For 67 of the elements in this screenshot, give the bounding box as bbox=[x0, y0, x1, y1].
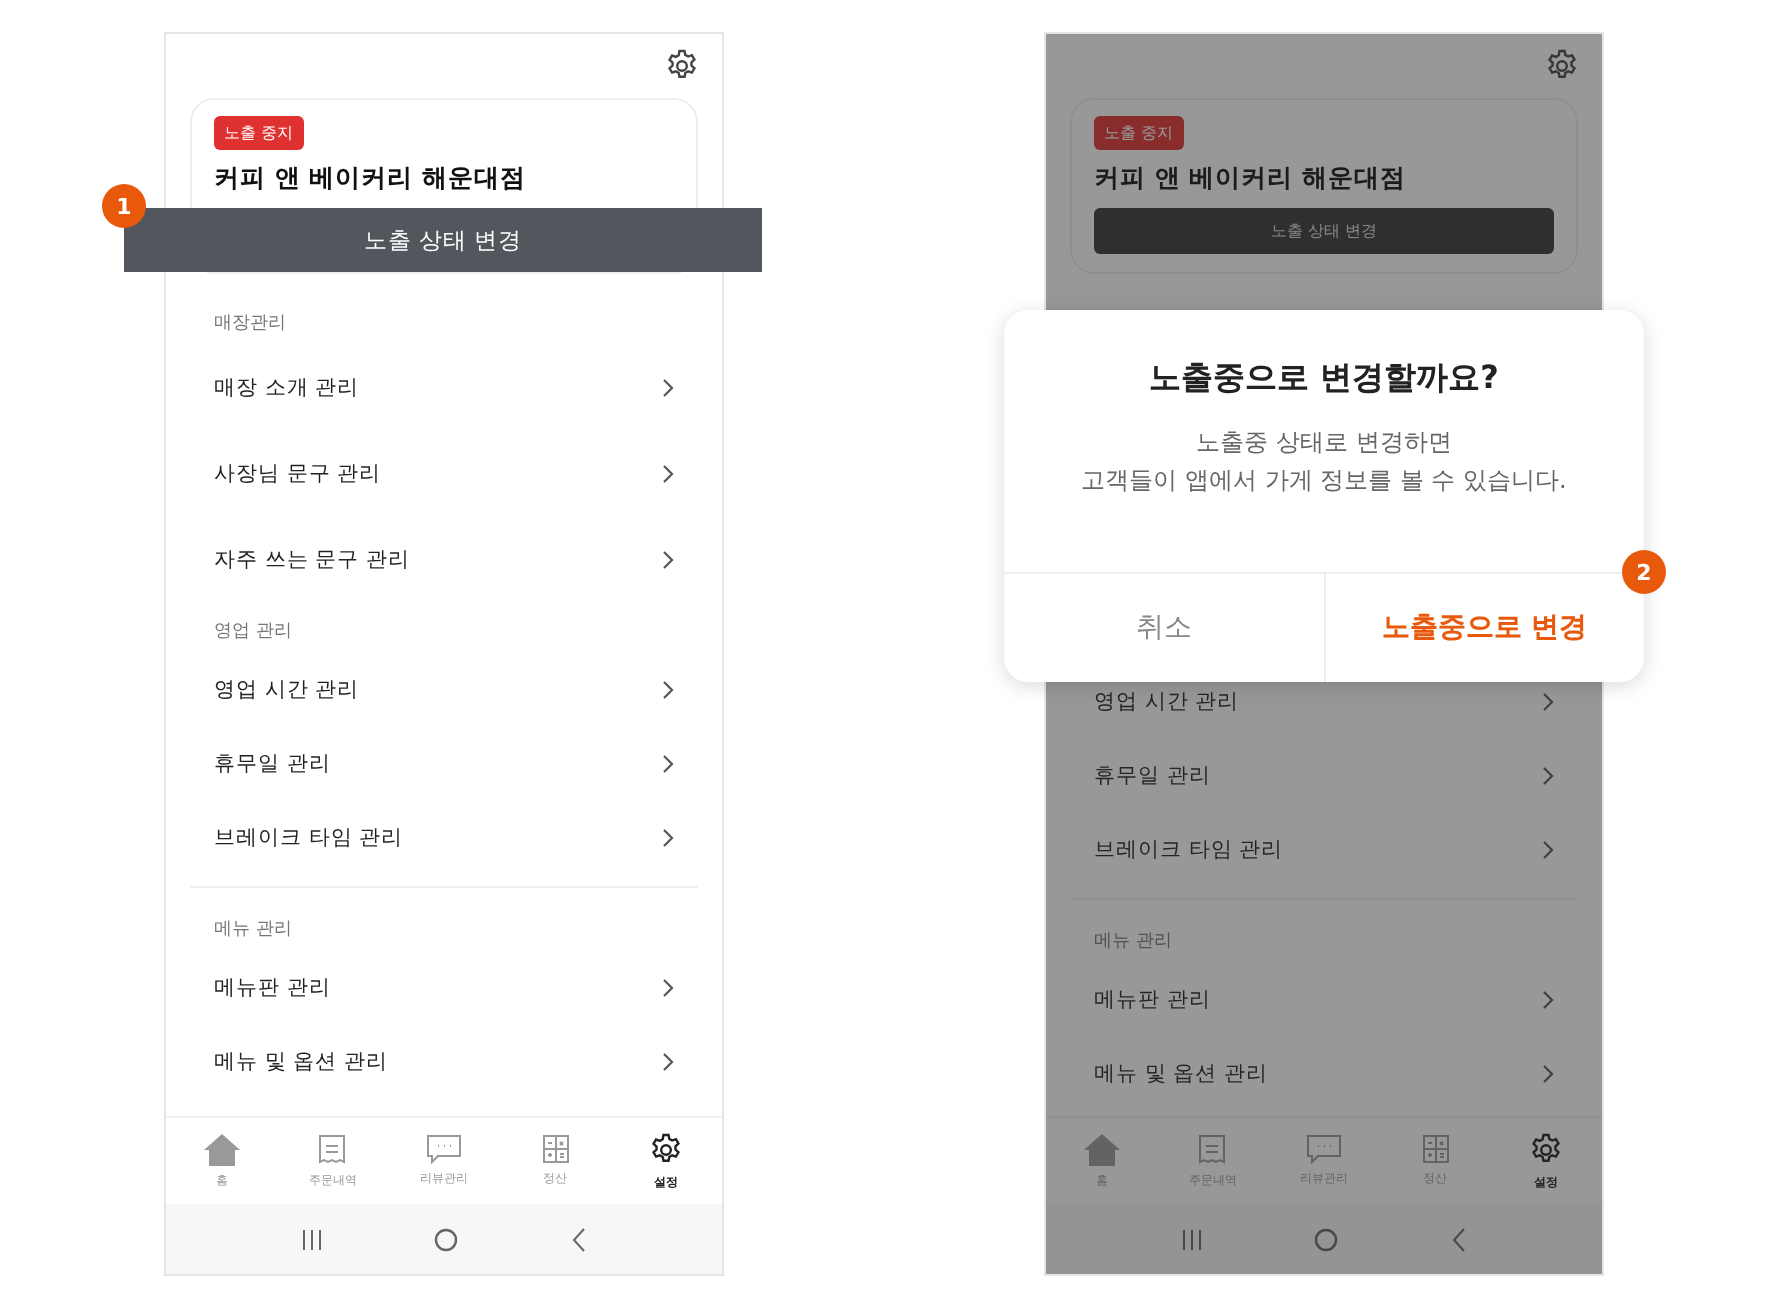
chevron-right-icon bbox=[662, 977, 674, 997]
menu-label: 브레이크 타임 관리 bbox=[1094, 835, 1284, 863]
chevron-right-icon bbox=[662, 827, 674, 847]
menu-row[interactable]: 사장님 문구 관리 bbox=[190, 430, 698, 516]
step-number: 2 bbox=[1622, 550, 1666, 594]
home-button-icon[interactable] bbox=[434, 1227, 459, 1251]
menu-label: 매장 소개 관리 bbox=[214, 373, 360, 401]
menu-row[interactable]: 메뉴판 관리 bbox=[1070, 962, 1578, 1036]
recent-apps-icon[interactable] bbox=[1182, 1229, 1203, 1249]
menu-row[interactable]: 휴무일 관리 bbox=[1070, 738, 1578, 812]
menu-row[interactable]: 메뉴 및 옵션 관리 bbox=[1070, 1036, 1578, 1110]
dialog-message: 노출중 상태로 변경하면 고객들이 앱에서 가게 정보를 볼 수 있습니다. bbox=[1081, 426, 1567, 499]
chevron-right-icon bbox=[1542, 765, 1554, 785]
home-icon bbox=[1083, 1133, 1120, 1165]
store-name: 커피 앤 베이커리 해운대점 bbox=[1094, 162, 1407, 196]
menu-label: 브레이크 타임 관리 bbox=[214, 823, 404, 851]
menu-label: 메뉴 및 옵션 관리 bbox=[1094, 1059, 1269, 1087]
menu-row[interactable]: 메뉴 및 옵션 관리 bbox=[190, 1024, 698, 1098]
menu-row[interactable]: 영업 시간 관리 bbox=[190, 652, 698, 726]
chevron-right-icon bbox=[662, 679, 674, 699]
menu-label: 휴무일 관리 bbox=[1094, 761, 1211, 789]
status-change-button[interactable]: 노출 상태 변경 bbox=[1094, 208, 1554, 254]
home-button-icon[interactable] bbox=[1314, 1227, 1339, 1251]
chevron-right-icon bbox=[1542, 989, 1554, 1009]
menu-label: 영업 시간 관리 bbox=[1094, 687, 1240, 715]
chevron-right-icon bbox=[1542, 691, 1554, 711]
chevron-right-icon bbox=[662, 377, 674, 397]
menu-label: 메뉴판 관리 bbox=[214, 973, 331, 1001]
menu-label: 메뉴 및 옵션 관리 bbox=[214, 1047, 389, 1075]
menu-row[interactable]: 휴무일 관리 bbox=[190, 726, 698, 800]
section-label: 메뉴 관리 bbox=[212, 918, 294, 944]
menu-row[interactable]: 브레이크 타임 관리 bbox=[190, 800, 698, 874]
menu-label: 메뉴판 관리 bbox=[1094, 985, 1211, 1013]
home-icon bbox=[203, 1133, 240, 1165]
receipt-icon bbox=[1198, 1133, 1227, 1165]
receipt-icon bbox=[318, 1133, 347, 1165]
chevron-right-icon bbox=[1542, 839, 1554, 859]
chevron-right-icon bbox=[1542, 1063, 1554, 1083]
section-label: 메뉴 관리 bbox=[1092, 930, 1174, 956]
section-label: 매장관리 bbox=[212, 312, 288, 338]
calculator-icon bbox=[1421, 1134, 1450, 1164]
chat-icon bbox=[425, 1134, 462, 1164]
chevron-right-icon bbox=[662, 463, 674, 483]
menu-row[interactable]: 브레이크 타임 관리 bbox=[1070, 812, 1578, 886]
menu-row[interactable]: 자주 쓰는 문구 관리 bbox=[190, 516, 698, 602]
menu-row[interactable]: 메뉴판 관리 bbox=[190, 950, 698, 1024]
settings-icon[interactable] bbox=[648, 1131, 685, 1167]
store-name: 커피 앤 베이커리 해운대점 bbox=[214, 162, 527, 196]
dialog-title: 노출중으로 변경할까요? bbox=[1149, 358, 1499, 400]
step-number: 1 bbox=[102, 184, 146, 228]
back-icon[interactable] bbox=[571, 1227, 586, 1251]
menu-label: 사장님 문구 관리 bbox=[214, 459, 382, 487]
menu-label: 자주 쓰는 문구 관리 bbox=[214, 545, 411, 573]
chevron-right-icon bbox=[662, 1051, 674, 1071]
chevron-right-icon bbox=[662, 549, 674, 569]
menu-row[interactable]: 매장 소개 관리 bbox=[190, 344, 698, 430]
settings-icon[interactable] bbox=[664, 48, 700, 84]
chat-icon bbox=[1305, 1134, 1342, 1164]
calculator-icon bbox=[541, 1134, 570, 1164]
status-badge: 노출 중지 bbox=[1094, 116, 1184, 150]
menu-label: 영업 시간 관리 bbox=[214, 675, 360, 703]
back-icon[interactable] bbox=[1451, 1227, 1466, 1251]
menu-label: 휴무일 관리 bbox=[214, 749, 331, 777]
section-label: 영업 관리 bbox=[212, 620, 294, 646]
chevron-right-icon bbox=[662, 753, 674, 773]
status-badge: 노출 중지 bbox=[214, 116, 304, 150]
recent-apps-icon[interactable] bbox=[302, 1229, 323, 1249]
